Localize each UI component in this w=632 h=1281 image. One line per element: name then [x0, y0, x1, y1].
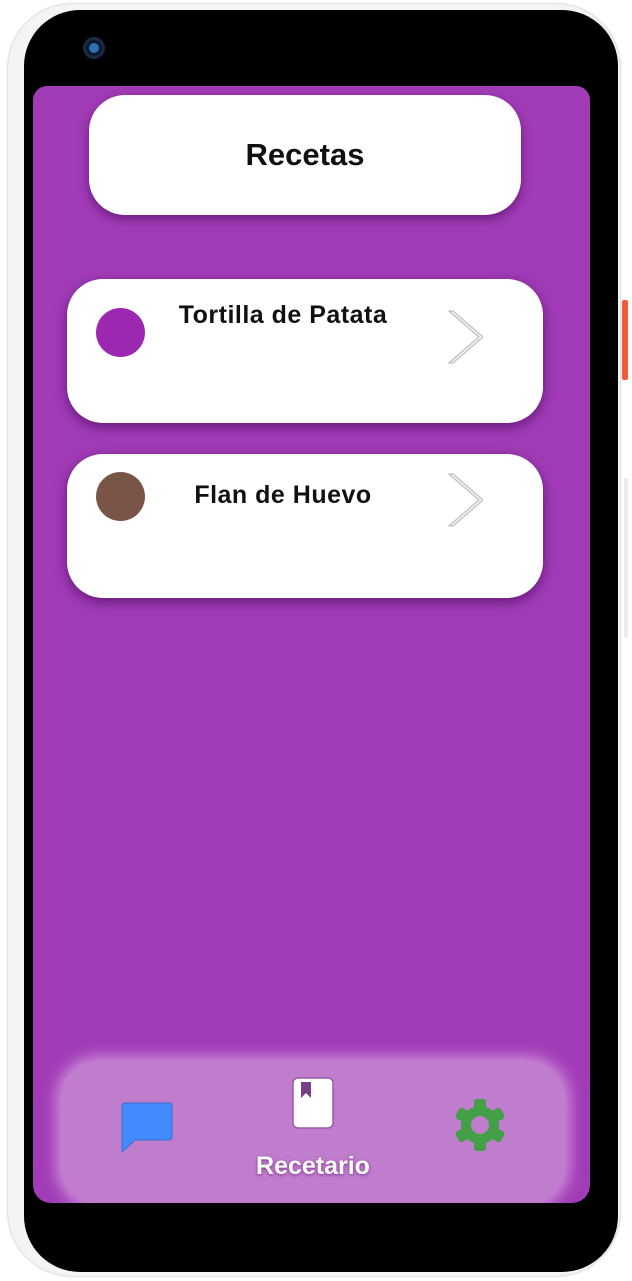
- gear-icon[interactable]: [453, 1098, 507, 1152]
- bottom-navigation: Recetario: [61, 1061, 565, 1203]
- recipe-card-flan[interactable]: Flan de Huevo: [67, 454, 543, 598]
- recipe-color-dot: [96, 308, 145, 357]
- book-icon[interactable]: [291, 1076, 335, 1130]
- recipe-name: Flan de Huevo: [194, 481, 372, 509]
- power-button: [622, 300, 628, 380]
- nav-label-recetario[interactable]: Recetario: [211, 1152, 415, 1181]
- recipe-color-dot: [96, 472, 145, 521]
- front-camera: [83, 37, 105, 59]
- app-screen: Recetas Tortilla de Patata Flan de Huevo…: [33, 86, 590, 1203]
- chevron-right-icon[interactable]: [445, 309, 483, 365]
- title-card: Recetas: [89, 95, 521, 215]
- chat-bubble-icon[interactable]: [119, 1099, 175, 1155]
- chevron-right-icon[interactable]: [445, 472, 483, 528]
- recipe-name: Tortilla de Patata: [178, 301, 388, 329]
- recipe-card-tortilla[interactable]: Tortilla de Patata: [67, 279, 543, 423]
- volume-button: [624, 478, 628, 638]
- page-title: Recetas: [245, 137, 365, 172]
